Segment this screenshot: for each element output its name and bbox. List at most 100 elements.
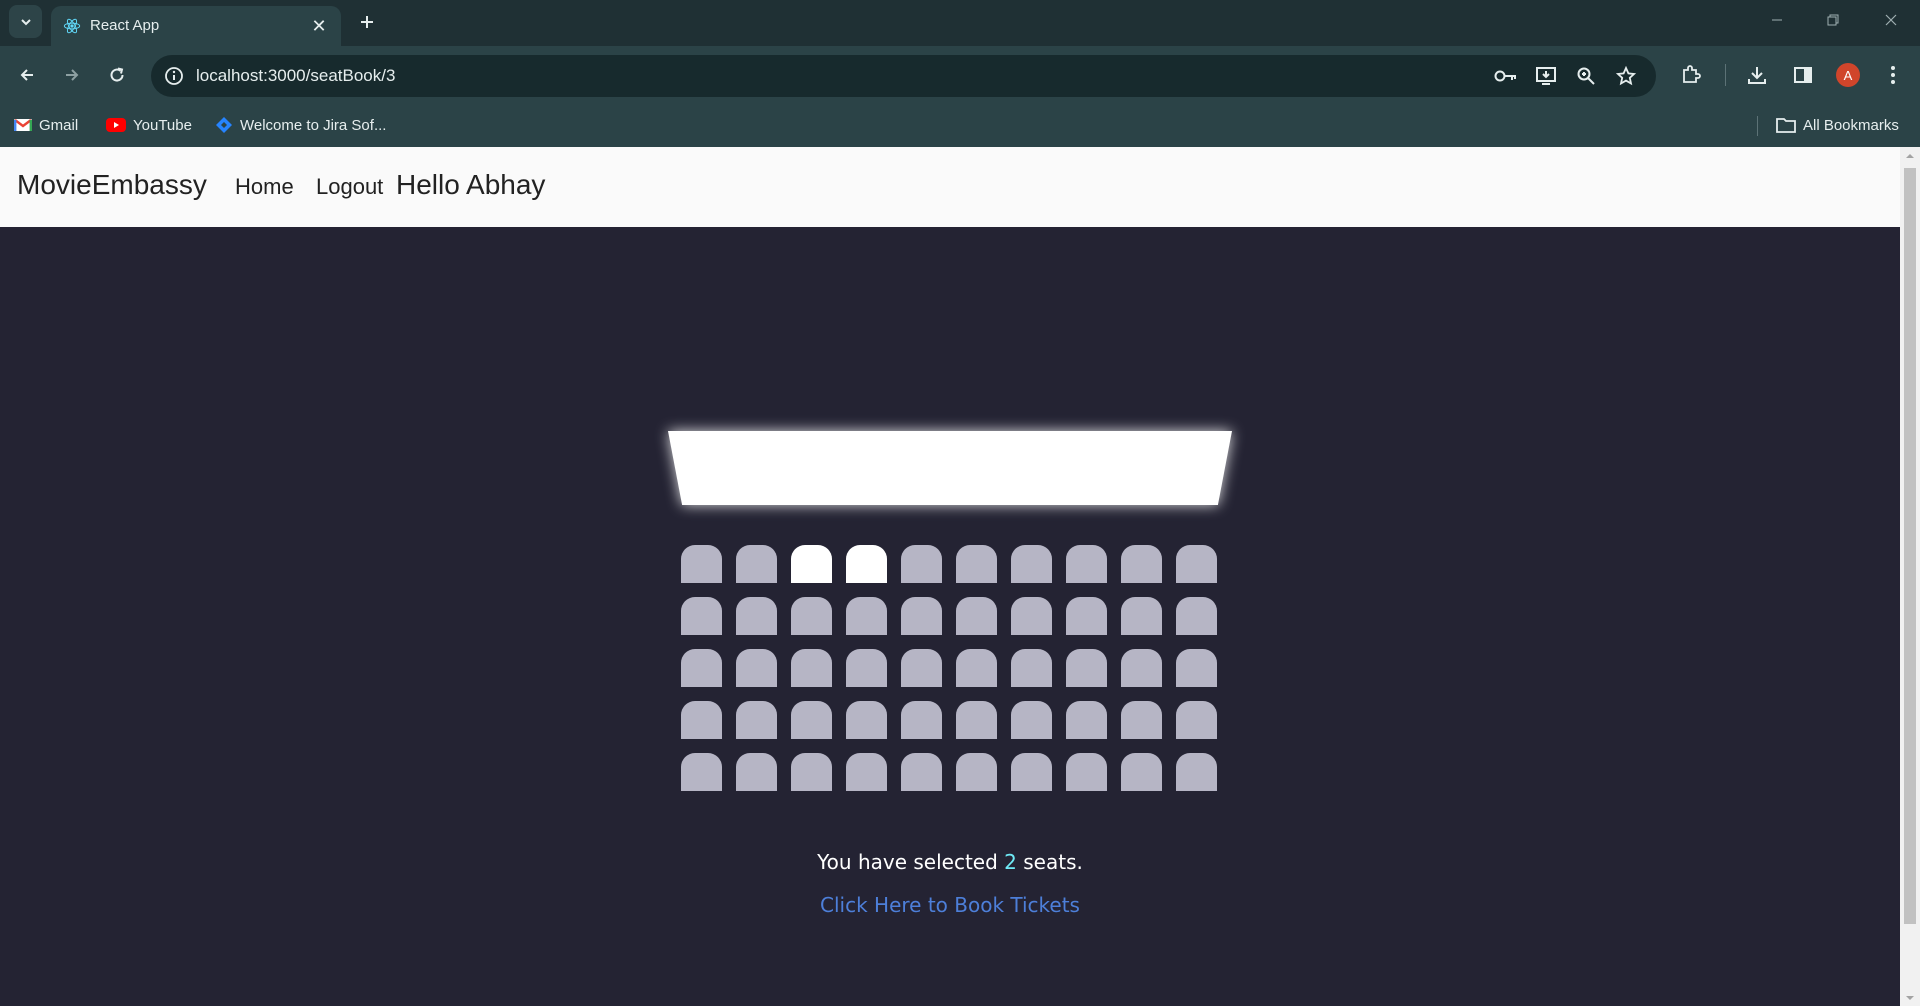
seat[interactable] — [791, 753, 832, 791]
download-icon[interactable] — [1744, 62, 1770, 88]
seat[interactable] — [1011, 649, 1052, 687]
seat[interactable] — [901, 649, 942, 687]
youtube-icon — [106, 118, 126, 132]
seat[interactable] — [1121, 597, 1162, 635]
seat[interactable] — [1066, 753, 1107, 791]
seat[interactable] — [791, 597, 832, 635]
seat-grid — [681, 545, 1219, 791]
book-tickets-row: Click Here to Book Tickets — [0, 893, 1900, 917]
plus-icon — [361, 16, 373, 28]
seat[interactable] — [956, 597, 997, 635]
bookmark-youtube[interactable]: YouTube — [106, 114, 192, 136]
seat[interactable] — [956, 649, 997, 687]
summary-suffix: seats. — [1023, 850, 1083, 874]
seat[interactable] — [681, 649, 722, 687]
bookmark-star-icon[interactable] — [1614, 64, 1638, 88]
restore-icon — [1827, 14, 1839, 26]
seat[interactable] — [1121, 545, 1162, 583]
all-bookmarks-label: All Bookmarks — [1803, 116, 1899, 134]
scroll-up-icon[interactable] — [1905, 151, 1915, 161]
seat[interactable] — [736, 649, 777, 687]
seat[interactable] — [1176, 701, 1217, 739]
seat[interactable] — [736, 545, 777, 583]
forward-button[interactable] — [55, 58, 89, 92]
seat[interactable] — [1176, 753, 1217, 791]
install-app-icon[interactable] — [1534, 64, 1558, 88]
seat[interactable] — [1066, 649, 1107, 687]
seat[interactable] — [1011, 701, 1052, 739]
seat[interactable] — [1176, 597, 1217, 635]
scroll-down-icon[interactable] — [1905, 993, 1915, 1003]
new-tab-button[interactable] — [353, 8, 381, 36]
page-scrollbar[interactable] — [1900, 147, 1920, 1006]
password-key-icon[interactable] — [1494, 64, 1518, 88]
reload-button[interactable] — [100, 58, 134, 92]
profile-avatar[interactable]: A — [1836, 63, 1860, 87]
url-text[interactable]: localhost:3000/seatBook/3 — [196, 66, 395, 86]
close-icon — [1885, 14, 1897, 26]
seat-selected[interactable] — [846, 545, 887, 583]
seat-selected[interactable] — [791, 545, 832, 583]
seat[interactable] — [956, 701, 997, 739]
movie-screen — [668, 431, 1232, 505]
tab-search-button[interactable] — [9, 5, 42, 38]
browser-tab[interactable]: React App ✕ — [51, 6, 341, 46]
seat[interactable] — [846, 753, 887, 791]
seat[interactable] — [1011, 597, 1052, 635]
seat[interactable] — [1011, 545, 1052, 583]
minimize-button[interactable] — [1754, 0, 1800, 40]
seat[interactable] — [1066, 545, 1107, 583]
extensions-icon[interactable] — [1678, 62, 1704, 88]
selected-count: 2 — [1004, 850, 1017, 874]
book-tickets-link[interactable]: Click Here to Book Tickets — [820, 893, 1080, 917]
seat[interactable] — [1121, 753, 1162, 791]
seat[interactable] — [956, 545, 997, 583]
more-menu-icon[interactable] — [1880, 62, 1906, 88]
info-icon[interactable] — [163, 65, 185, 87]
jira-icon — [216, 117, 232, 133]
seat[interactable] — [846, 649, 887, 687]
movie-screen-surface — [668, 431, 1232, 505]
seat[interactable] — [1066, 597, 1107, 635]
back-button[interactable] — [10, 58, 44, 92]
close-window-button[interactable] — [1868, 0, 1914, 40]
bookmark-jira[interactable]: Welcome to Jira Sof... — [215, 114, 386, 136]
seat[interactable] — [1121, 649, 1162, 687]
seat[interactable] — [901, 545, 942, 583]
seat[interactable] — [1066, 701, 1107, 739]
tab-close-icon[interactable]: ✕ — [307, 14, 331, 38]
seat[interactable] — [791, 701, 832, 739]
seat[interactable] — [1011, 753, 1052, 791]
gmail-icon — [14, 119, 32, 131]
seat[interactable] — [846, 597, 887, 635]
seat[interactable] — [1121, 701, 1162, 739]
address-bar[interactable]: localhost:3000/seatBook/3 — [151, 55, 1656, 97]
scrollbar-thumb[interactable] — [1904, 168, 1916, 924]
seat[interactable] — [901, 701, 942, 739]
brand-logo[interactable]: MovieEmbassy — [17, 169, 207, 201]
seat[interactable] — [736, 701, 777, 739]
side-panel-icon[interactable] — [1790, 62, 1816, 88]
all-bookmarks-button[interactable]: All Bookmarks — [1776, 114, 1899, 136]
seat[interactable] — [1176, 649, 1217, 687]
zoom-icon[interactable] — [1574, 64, 1598, 88]
selection-summary: You have selected 2 seats. — [0, 850, 1900, 874]
nav-logout-link[interactable]: Logout — [316, 174, 383, 200]
restore-button[interactable] — [1810, 0, 1856, 40]
seat[interactable] — [901, 597, 942, 635]
seat[interactable] — [956, 753, 997, 791]
seat[interactable] — [1176, 545, 1217, 583]
seat[interactable] — [681, 545, 722, 583]
seat[interactable] — [736, 597, 777, 635]
app-navbar: MovieEmbassy Home Logout Hello Abhay — [0, 147, 1900, 227]
seat[interactable] — [901, 753, 942, 791]
nav-home-link[interactable]: Home — [235, 174, 294, 200]
seat[interactable] — [846, 701, 887, 739]
seat[interactable] — [681, 597, 722, 635]
seat[interactable] — [791, 649, 832, 687]
seat[interactable] — [681, 701, 722, 739]
seat[interactable] — [736, 753, 777, 791]
arrow-left-icon — [20, 69, 33, 81]
seat[interactable] — [681, 753, 722, 791]
bookmark-gmail[interactable]: Gmail — [14, 114, 78, 136]
